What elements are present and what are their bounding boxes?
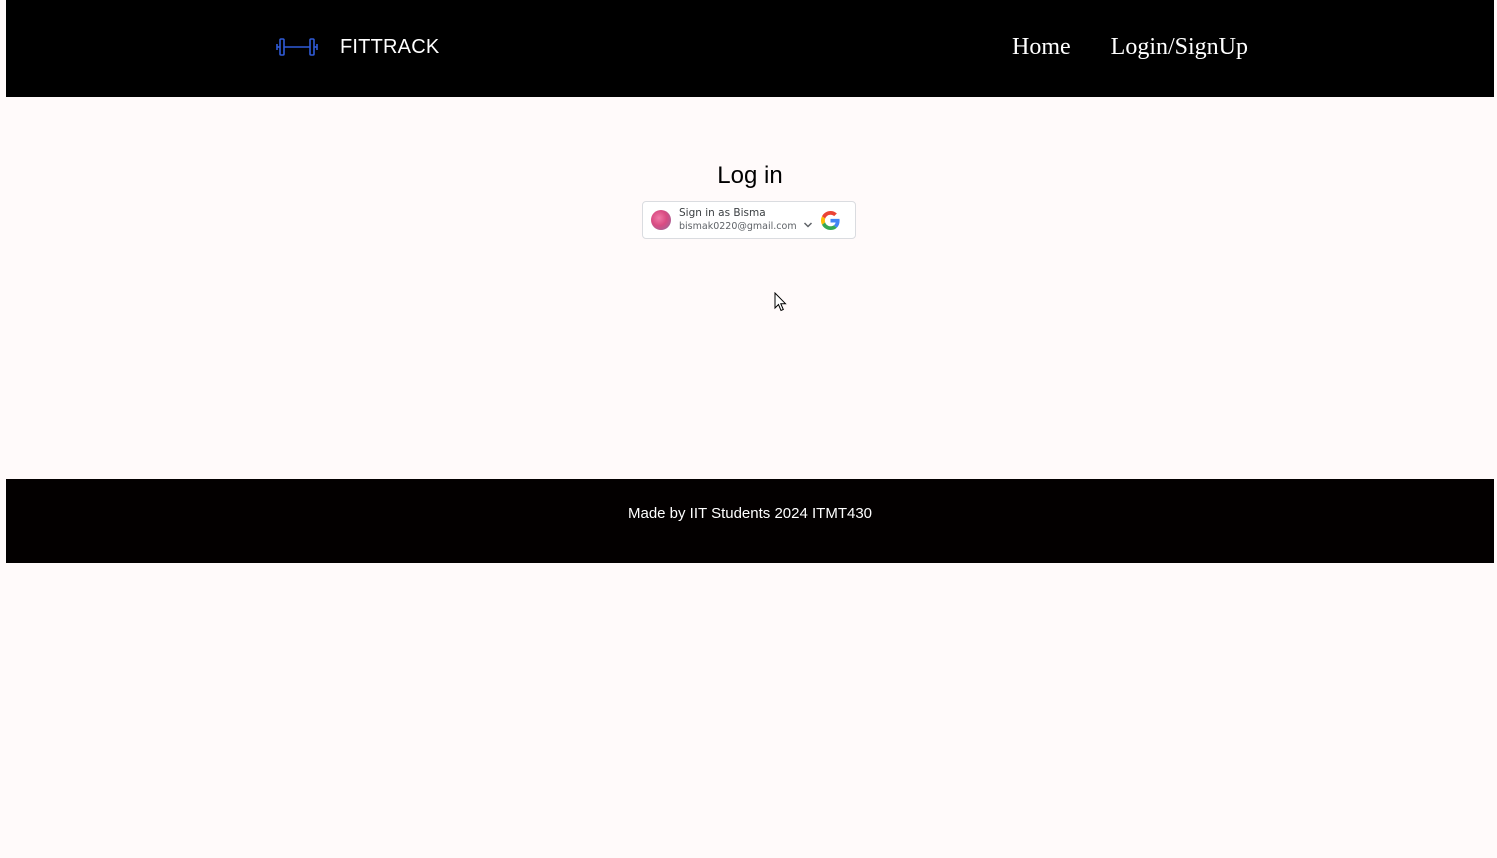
nav-link-home[interactable]: Home	[1012, 34, 1071, 61]
footer: Made by IIT Students 2024 ITMT430	[6, 479, 1494, 563]
nav-links: Home Login/SignUp	[1012, 0, 1248, 94]
navbar: FITTRACK Home Login/SignUp	[6, 0, 1494, 97]
chevron-down-icon[interactable]	[803, 220, 813, 230]
account-email: bismak0220@gmail.com	[679, 221, 797, 232]
brand-name: FITTRACK	[340, 35, 440, 58]
page: FITTRACK Home Login/SignUp Log in Sign i…	[6, 0, 1494, 563]
avatar	[651, 210, 671, 230]
mouse-cursor-icon	[774, 292, 787, 312]
brand[interactable]: FITTRACK	[276, 0, 439, 94]
footer-text: Made by IIT Students 2024 ITMT430	[627, 504, 873, 522]
google-g-icon	[820, 210, 840, 230]
google-sign-in-button[interactable]: Sign in as Bisma bismak0220@gmail.com	[642, 201, 856, 239]
main-content: Log in Sign in as Bisma bismak0220@gmail…	[6, 97, 1494, 479]
sign-in-as-label: Sign in as Bisma	[679, 207, 766, 219]
login-title: Log in	[717, 162, 783, 189]
google-account-info: Sign in as Bisma bismak0220@gmail.com	[679, 207, 797, 233]
dumbbell-icon	[276, 38, 318, 56]
nav-link-login-signup[interactable]: Login/SignUp	[1111, 34, 1248, 61]
